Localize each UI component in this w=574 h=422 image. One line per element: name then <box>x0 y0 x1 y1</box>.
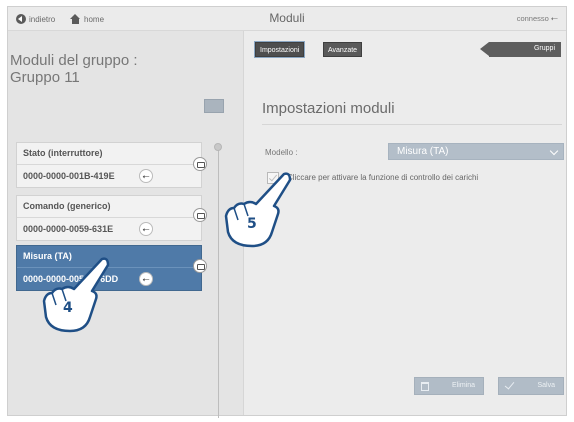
top-bar: indietro home Moduli connesso ⭠ <box>8 7 566 31</box>
chevron-down-icon <box>549 146 559 156</box>
model-label: Modello : <box>265 148 298 157</box>
tab-advanced[interactable]: Avanzate <box>323 42 363 57</box>
save-label: Salva <box>537 382 555 389</box>
module-card[interactable]: Stato (interruttore) 0000-0000-001B-419E… <box>16 142 202 188</box>
module-name: Stato (interruttore) <box>23 148 103 158</box>
trash-icon <box>421 382 429 391</box>
groups-button-label: Gruppi <box>533 45 555 52</box>
page-title: Moduli <box>269 11 305 25</box>
edit-group-button[interactable] <box>204 99 224 113</box>
connection-status-label: connesso <box>516 14 549 23</box>
usb-icon: ⭠ <box>550 13 558 23</box>
delete-label: Elimina <box>452 382 475 389</box>
module-name: Comando (generico) <box>23 201 111 211</box>
device-icon <box>193 259 207 273</box>
groups-button[interactable]: Gruppi <box>480 42 561 57</box>
callout-number: 5 <box>247 216 257 232</box>
pointing-hand-icon <box>224 172 292 248</box>
scrollbar-track[interactable] <box>218 148 219 418</box>
section-title: Impostazioni moduli <box>262 100 395 117</box>
usb-icon: ⭠ <box>139 169 153 183</box>
model-select-value: Misura (TA) <box>397 146 449 157</box>
connection-status: connesso ⭠ <box>517 13 558 24</box>
scrollbar-handle[interactable] <box>214 143 222 151</box>
save-button[interactable]: Salva <box>498 377 564 395</box>
tab-settings[interactable]: Impostazioni <box>253 41 306 58</box>
group-heading-line2: Gruppo 11 <box>10 69 80 86</box>
module-id: 0000-0000-0059-631E <box>23 224 114 234</box>
usb-icon: ⭠ <box>139 272 153 286</box>
model-select[interactable]: Misura (TA) <box>388 143 564 160</box>
check-icon <box>504 379 515 390</box>
load-control-label: Cliccare per attivare la funzione di con… <box>287 173 479 182</box>
device-icon <box>193 208 207 222</box>
delete-button[interactable]: Elimina <box>414 377 484 395</box>
callout-number: 4 <box>63 300 73 316</box>
divider <box>262 124 562 125</box>
module-id: 0000-0000-001B-419E <box>23 171 115 181</box>
usb-icon: ⭠ <box>139 222 153 236</box>
group-heading-line1: Moduli del gruppo : <box>10 52 138 69</box>
module-card[interactable]: Comando (generico) 0000-0000-0059-631E ⭠ <box>16 195 202 241</box>
pointing-hand-icon <box>42 257 110 333</box>
group-heading: Moduli del gruppo : Gruppo 11 <box>10 52 138 86</box>
device-icon <box>193 157 207 171</box>
